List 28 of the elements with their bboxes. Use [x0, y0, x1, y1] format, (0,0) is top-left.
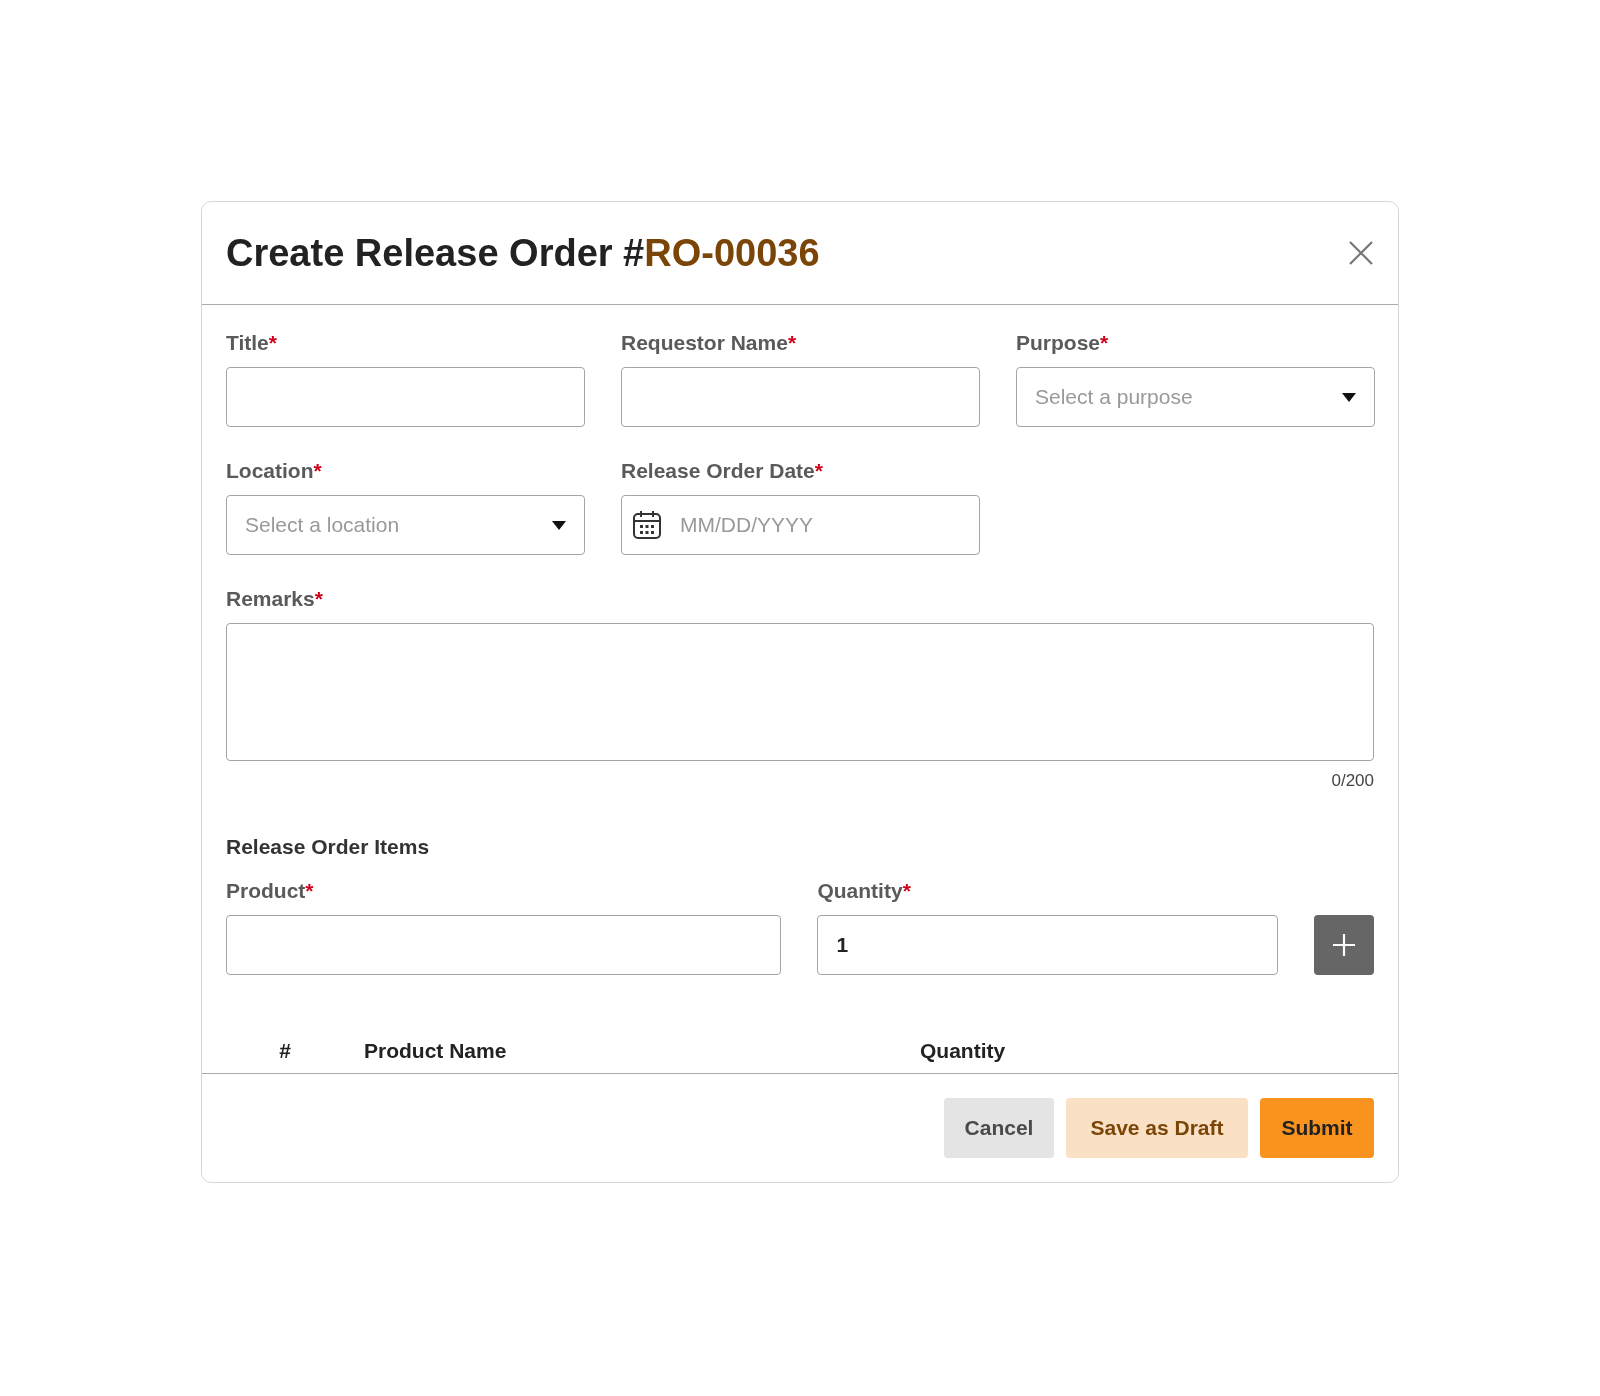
field-label: Title* — [226, 331, 278, 355]
cancel-button[interactable]: Cancel — [944, 1098, 1054, 1158]
calendar-icon — [632, 510, 662, 540]
submit-button[interactable]: Submit — [1260, 1098, 1374, 1158]
quantity-field[interactable]: 1 — [817, 915, 1279, 975]
text-field[interactable] — [621, 367, 980, 427]
character-counter: 0/200 — [1331, 771, 1374, 791]
plus-icon — [1332, 933, 1357, 957]
field-label: Release Order Date* — [621, 459, 824, 483]
field-label: Purpose* — [1016, 331, 1110, 355]
column-header: Product Name — [364, 1039, 508, 1063]
field-label: Quantity* — [817, 879, 912, 903]
dialog-title: Create Release Order #RO-00036 — [226, 231, 820, 275]
remarks-field[interactable] — [226, 623, 1374, 761]
caret-icon — [552, 520, 566, 530]
field-label: Remarks* — [226, 587, 324, 611]
field-label: Requestor Name* — [621, 331, 798, 355]
product-field[interactable] — [226, 915, 782, 975]
section-heading: Release Order Items — [226, 835, 431, 859]
field-label: Location* — [226, 459, 323, 483]
column-header: Quantity — [920, 1039, 1006, 1063]
field-label: Product* — [226, 879, 315, 903]
add-button[interactable] — [1314, 915, 1374, 975]
caret-icon — [1342, 392, 1356, 402]
column-header: # — [278, 1039, 292, 1063]
close-icon[interactable] — [1348, 240, 1374, 266]
text-field[interactable] — [226, 367, 585, 427]
save-draft-button[interactable]: Save as Draft — [1066, 1098, 1248, 1158]
